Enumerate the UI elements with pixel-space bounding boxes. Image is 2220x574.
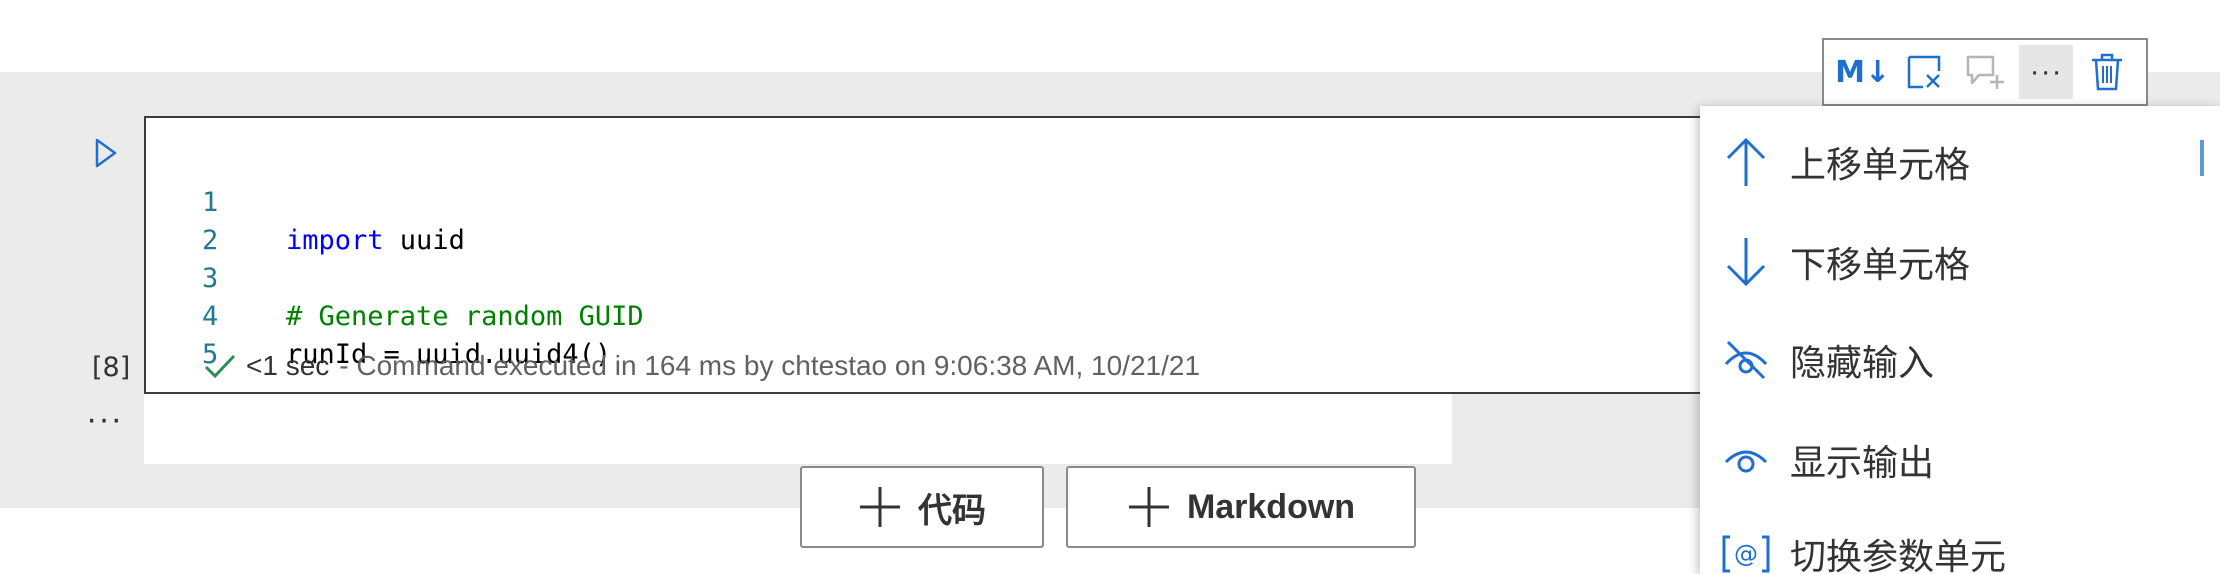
markdown-icon: M↓ — [1835, 54, 1891, 90]
menu-item-label: 显示输出 — [1790, 443, 1935, 484]
code-line: 4 runId = uuid.uuid4() — [146, 260, 1744, 370]
menu-item-toggle-parameter-cell[interactable]: @ 切换参数单元 — [1700, 508, 2220, 574]
menu-item-move-up[interactable]: 上移单元格 — [1700, 116, 2220, 208]
add-markdown-cell-button[interactable]: Markdown — [1066, 466, 1416, 548]
plus-icon — [1128, 487, 1169, 527]
code-editor[interactable]: 1 import uuid 2 3 # Generate random GUID… — [144, 116, 1746, 394]
clear-output-icon — [1907, 55, 1941, 89]
menu-item-label: 隐藏输入 — [1790, 343, 1935, 384]
run-cell-button[interactable] — [88, 133, 124, 173]
parameter-icon: @ — [1720, 524, 1772, 574]
previous-cell-text: ... ... ... — [90, 0, 176, 6]
arrow-up-icon — [1720, 132, 1772, 192]
arrow-down-icon — [1720, 232, 1772, 292]
execution-duration: <1 sec — [246, 350, 330, 381]
menu-item-label: 下移单元格 — [1790, 245, 1971, 286]
convert-to-markdown-button[interactable]: M↓ — [1835, 45, 1891, 99]
code-line: 5 — [146, 298, 1744, 370]
menu-item-move-down[interactable]: 下移单元格 — [1700, 216, 2220, 308]
eye-hidden-icon — [1720, 330, 1772, 390]
ellipsis-icon: ··· — [2029, 55, 2063, 88]
menu-item-show-output[interactable]: 显示输出 — [1700, 414, 2220, 506]
add-code-label: 代码 — [918, 491, 986, 530]
add-code-cell-button[interactable]: 代码 — [800, 466, 1044, 548]
plus-icon — [860, 487, 900, 527]
scroll-indicator — [2200, 140, 2204, 176]
play-icon — [95, 138, 117, 168]
code-line: 2 — [146, 184, 1744, 256]
more-actions-button[interactable]: ··· — [2019, 45, 2074, 99]
clear-output-button[interactable] — [1897, 45, 1951, 99]
cell-output-area — [144, 394, 1452, 464]
menu-item-hide-input[interactable]: 隐藏输入 — [1700, 314, 2220, 406]
cell-context-menu: 上移单元格 下移单元格 隐藏输入 显示输出 @ 切换参数单元 — [1700, 106, 2220, 574]
code-line: 3 # Generate random GUID — [146, 222, 1744, 332]
add-comment-button[interactable] — [1958, 45, 2012, 99]
eye-icon — [1720, 430, 1772, 490]
menu-item-label: 上移单元格 — [1790, 145, 1971, 186]
code-line: 1 import uuid — [146, 146, 1744, 256]
execution-count: [8] — [92, 352, 131, 383]
comment-add-icon — [1966, 55, 2004, 89]
trash-icon — [2092, 53, 2123, 91]
delete-cell-button[interactable] — [2080, 45, 2134, 99]
menu-item-label: 切换参数单元 — [1790, 537, 2007, 574]
svg-text:@: @ — [1734, 540, 1758, 568]
cell-more-actions-icon[interactable]: ··· — [86, 402, 123, 436]
cell-toolbar: M↓ ··· — [1822, 38, 2148, 106]
execution-status: <1 sec - Command executed in 164 ms by c… — [204, 350, 1200, 382]
execution-message: - Command executed in 164 ms by chtestao… — [339, 350, 1201, 381]
checkmark-icon — [204, 354, 236, 379]
add-markdown-label: Markdown — [1186, 487, 1356, 526]
